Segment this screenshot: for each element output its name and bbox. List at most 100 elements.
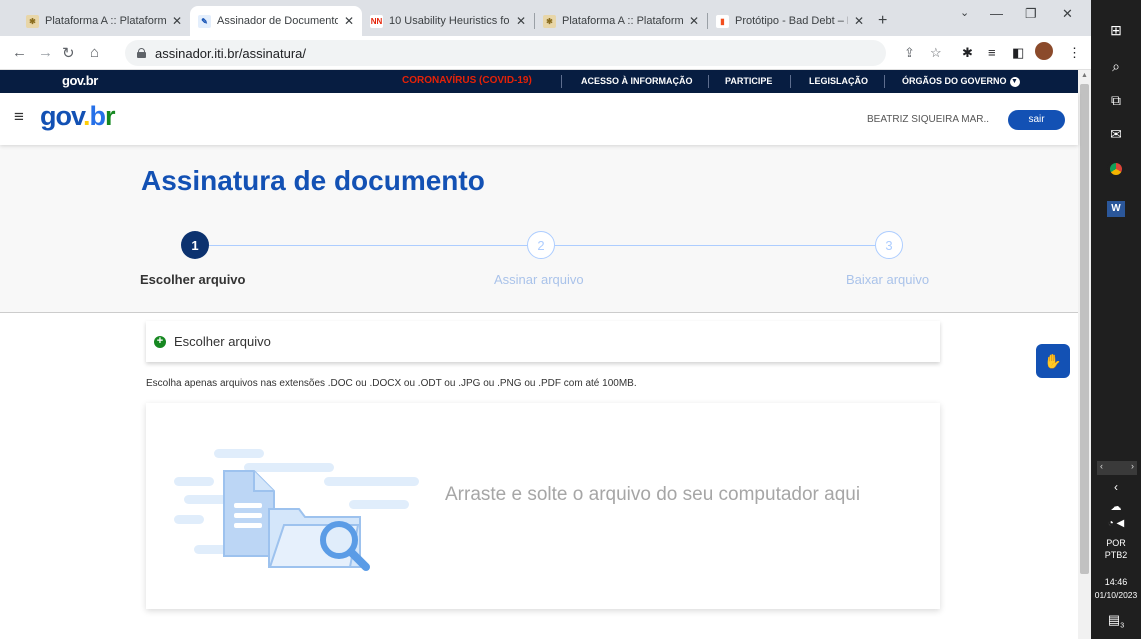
step-connector (555, 245, 875, 246)
notification-center-icon[interactable]: ▤3 (1091, 612, 1141, 630)
gov-topbar: gov.br CORONAVÍRUS (COVID-19) ACESSO À I… (0, 70, 1078, 93)
chevron-left-icon[interactable]: ‹ (1100, 461, 1103, 475)
govbar-separator (884, 75, 885, 88)
address-bar[interactable]: assinador.iti.br/assinatura/ (125, 40, 886, 66)
windows-start-icon[interactable]: ⊞ (1091, 22, 1141, 39)
user-name[interactable]: BEATRIZ SIQUEIRA MAR.. (867, 114, 989, 125)
reload-icon[interactable]: ↻ (62, 44, 75, 62)
step-2-indicator: 2 (527, 231, 555, 259)
browser-tabstrip: ✱ Plataforma A :: Plataforma ✕ ✎ Assinad… (0, 0, 1091, 36)
word-icon[interactable]: W (1091, 198, 1141, 217)
stepper-section: Assinatura de documento 1 2 3 Escolher a… (0, 145, 1078, 313)
govbar-logo[interactable]: gov.br (62, 73, 98, 88)
files-search-illustration-icon (174, 449, 419, 571)
tab-title: Protótipo - Bad Debt – Fig (735, 15, 848, 27)
minimize-icon[interactable]: — (990, 6, 1003, 21)
tab-title: Plataforma A :: Plataforma (562, 15, 683, 27)
step-2-label: Assinar arquivo (494, 272, 584, 287)
mail-icon[interactable]: ✉ (1091, 126, 1141, 143)
logout-button[interactable]: sair (1008, 110, 1065, 130)
tab-title: Plataforma A :: Plataforma (45, 15, 166, 27)
chevron-down-icon: ▼ (1009, 76, 1020, 87)
step-3-label: Baixar arquivo (846, 272, 930, 287)
choose-file-button[interactable]: + Escolher arquivo (146, 321, 940, 362)
extensions-puzzle-icon[interactable]: ✱ (962, 45, 973, 61)
scroll-up-arrow-icon[interactable]: ▲ (1081, 72, 1088, 79)
step-3-indicator: 3 (875, 231, 903, 259)
govbar-separator (708, 75, 709, 88)
step-1-label: Escolher arquivo (140, 272, 246, 287)
profile-avatar-icon[interactable] (1035, 42, 1053, 60)
side-panel-icon[interactable]: ◧ (1012, 45, 1024, 61)
hamburger-menu-icon[interactable]: ≡ (14, 107, 24, 127)
windows-taskbar: ⊞ ⌕ ⧉ ✉ W ‹ › ‹ ☁ ◔ ◀ POR PTB2 14:46 01/1… (1091, 0, 1141, 639)
chrome-icon[interactable] (1091, 160, 1141, 181)
acesso-informacao-link[interactable]: ACESSO À INFORMAÇÃO (581, 76, 693, 86)
browser-tab-usability[interactable]: NN 10 Usability Heuristics for ✕ (362, 6, 534, 36)
scroll-thumb[interactable] (1080, 84, 1089, 574)
platform-favicon-icon: ✱ (543, 14, 556, 28)
govbar-separator (561, 75, 562, 88)
forward-arrow-icon[interactable]: → (38, 44, 53, 61)
lock-icon (137, 48, 146, 58)
browser-tab-plataforma-1[interactable]: ✱ Plataforma A :: Plataforma ✕ (18, 6, 190, 36)
reading-list-icon[interactable]: ≡ (988, 45, 996, 60)
browser-toolbar: ← → ↻ ⌂ assinador.iti.br/assinatura/ ⇪ ☆… (0, 36, 1091, 70)
nn-favicon-icon: NN (370, 14, 383, 28)
page-scrollbar[interactable]: ▲ (1078, 70, 1091, 639)
participe-link[interactable]: PARTICIPE (725, 76, 772, 86)
choose-file-label: Escolher arquivo (174, 334, 271, 349)
file-extensions-hint: Escolha apenas arquivos nas extensões .D… (146, 378, 637, 389)
task-view-icon[interactable]: ⧉ (1091, 92, 1141, 109)
chevron-right-icon[interactable]: › (1131, 461, 1134, 475)
tab-title: Assinador de Documentos (217, 15, 338, 27)
clock-time[interactable]: 14:46 (1091, 577, 1141, 587)
tray-scroller[interactable]: ‹ › (1097, 461, 1137, 475)
tab-close-icon[interactable]: ✕ (172, 14, 182, 28)
orgaos-governo-link[interactable]: ÓRGÃOS DO GOVERNO ▼ (902, 76, 1020, 87)
plus-circle-icon: + (154, 335, 166, 348)
govbr-logo[interactable]: gov.br (40, 101, 115, 132)
tab-close-icon[interactable]: ✕ (516, 14, 526, 28)
back-arrow-icon[interactable]: ← (12, 44, 27, 61)
clock-date[interactable]: 01/10/2023 (1091, 590, 1141, 600)
address-url: assinador.iti.br/assinatura/ (155, 45, 307, 61)
tab-close-icon[interactable]: ✕ (689, 14, 699, 28)
restore-icon[interactable]: ❐ (1025, 6, 1037, 22)
sign-language-hand-icon: ✋ (1044, 352, 1062, 369)
close-window-icon[interactable]: ✕ (1062, 6, 1073, 22)
assinador-favicon-icon: ✎ (198, 14, 211, 28)
file-dropzone[interactable]: Arraste e solte o arquivo do seu computa… (146, 403, 940, 609)
tab-title: 10 Usability Heuristics for (389, 15, 510, 27)
figma-favicon-icon: ▮ (716, 14, 729, 28)
show-hidden-icons-chevron-icon[interactable]: ‹ (1091, 480, 1141, 494)
keyboard-layout[interactable]: PTB2 (1091, 550, 1141, 560)
orgaos-governo-label: ÓRGÃOS DO GOVERNO (902, 76, 1007, 86)
covid-link[interactable]: CORONAVÍRUS (COVID-19) (402, 75, 532, 86)
tab-close-icon[interactable]: ✕ (344, 14, 354, 28)
step-1-indicator: 1 (181, 231, 209, 259)
legislacao-link[interactable]: LEGISLAÇÃO (809, 76, 868, 86)
notification-count: 3 (1120, 622, 1125, 630)
browser-tab-plataforma-2[interactable]: ✱ Plataforma A :: Plataforma ✕ (535, 6, 707, 36)
accessibility-libras-button[interactable]: ✋ (1036, 344, 1070, 378)
home-icon[interactable]: ⌂ (90, 44, 99, 61)
browser-tab-figma[interactable]: ▮ Protótipo - Bad Debt – Fig ✕ (708, 6, 872, 36)
page-title: Assinatura de documento (141, 165, 485, 196)
step-connector (209, 245, 527, 246)
tab-search-chevron-icon[interactable]: ⌄ (960, 6, 969, 19)
onedrive-cloud-icon[interactable]: ☁ (1091, 500, 1141, 513)
input-language[interactable]: POR (1091, 538, 1141, 548)
bookmark-star-icon[interactable]: ☆ (930, 45, 942, 61)
wifi-volume-icon[interactable]: ◔ ◀ (1091, 518, 1141, 529)
site-header: ≡ gov.br BEATRIZ SIQUEIRA MAR.. sair (0, 93, 1078, 145)
browser-tab-assinador[interactable]: ✎ Assinador de Documentos ✕ (190, 6, 362, 36)
search-icon[interactable]: ⌕ (1091, 58, 1141, 75)
dropzone-text: Arraste e solte o arquivo do seu computa… (445, 484, 861, 505)
browser-menu-icon[interactable]: ⋮ (1068, 45, 1081, 61)
new-tab-plus-icon[interactable]: + (878, 12, 887, 30)
govbar-separator (790, 75, 791, 88)
share-icon[interactable]: ⇪ (904, 45, 915, 61)
tab-close-icon[interactable]: ✕ (854, 14, 864, 28)
platform-favicon-icon: ✱ (26, 14, 39, 28)
